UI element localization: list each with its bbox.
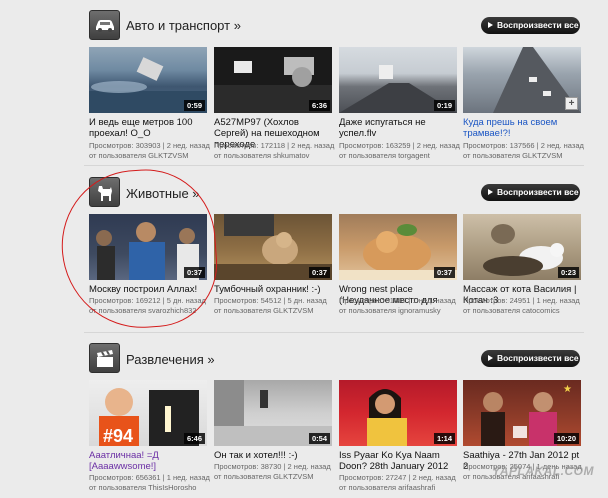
play-all-button[interactable]: Воспроизвести все bbox=[481, 350, 580, 367]
video-title[interactable]: Iss Pyaar Ko Kya Naam Doon? 28th January… bbox=[339, 450, 459, 472]
video-duration: 10:20 bbox=[553, 433, 579, 444]
video-duration: 0:19 bbox=[433, 100, 455, 111]
video-thumbnail[interactable]: 6:36 bbox=[214, 47, 332, 113]
video-title[interactable]: И ведь еще метров 100 проехал! О_О bbox=[89, 117, 209, 139]
video-views: Просмотров: 172118 | 2 нед. назад bbox=[214, 141, 335, 150]
video-thumbnail[interactable]: 0:23 bbox=[463, 214, 581, 280]
video-author[interactable]: от пользователя shkumatov bbox=[214, 151, 336, 161]
divider bbox=[84, 165, 584, 166]
play-all-label: Воспроизвести все bbox=[497, 353, 579, 363]
section-title[interactable]: Развлечения » bbox=[126, 352, 215, 367]
video-card[interactable]: 0:59 И ведь еще метров 100 проехал! О_О … bbox=[89, 47, 210, 160]
video-card[interactable]: + Куда прешь на своем трамвае!?! Просмот… bbox=[463, 47, 584, 160]
video-author[interactable]: от пользователя GLKTZVSM bbox=[89, 151, 211, 161]
video-duration: 6:36 bbox=[308, 100, 330, 111]
video-title[interactable]: Ааатличнаа! =Д [Aaaawwsome!] bbox=[89, 450, 209, 472]
video-thumbnail[interactable]: 0:37 bbox=[339, 214, 457, 280]
video-thumbnail[interactable]: 0:19 bbox=[339, 47, 457, 113]
video-author[interactable]: от пользователя GLKTZVSM bbox=[463, 151, 585, 161]
section-title[interactable]: Авто и транспорт » bbox=[126, 18, 241, 33]
video-duration: 0:54 bbox=[308, 433, 330, 444]
video-author[interactable]: от пользователя catocomics bbox=[463, 306, 585, 316]
video-card[interactable]: 0:37 Wrong nest place (Неудачное место д… bbox=[339, 214, 457, 315]
video-views: Просмотров: 54512 | 5 дн. назад bbox=[214, 296, 327, 305]
video-views: Просмотров: 137566 | 2 нед. назад bbox=[463, 141, 584, 150]
video-thumbnail[interactable]: 1:14 bbox=[339, 380, 457, 446]
play-all-label: Воспроизвести все bbox=[497, 187, 579, 197]
video-views: Просмотров: 303903 | 2 нед. назад bbox=[89, 141, 210, 150]
play-icon bbox=[488, 189, 493, 195]
video-views: Просмотров: 38730 | 2 нед. назад bbox=[214, 462, 331, 471]
play-all-label: Воспроизвести все bbox=[497, 20, 579, 30]
video-title[interactable]: Куда прешь на своем трамвае!?! bbox=[463, 117, 583, 139]
play-icon bbox=[488, 22, 493, 28]
video-thumbnail[interactable]: 0:37 bbox=[214, 214, 332, 280]
clapperboard-icon bbox=[89, 343, 120, 373]
video-thumbnail[interactable]: 0:59 bbox=[89, 47, 207, 113]
video-views: Просмотров: 656361 | 1 нед. назад bbox=[89, 473, 210, 482]
video-card[interactable]: ★ 10:20 Saathiya - 27th Jan 2012 pt 2 Пр… bbox=[463, 380, 582, 481]
video-thumbnail[interactable]: 0:54 bbox=[214, 380, 332, 446]
watermark: YAPLAKAL.COM bbox=[492, 464, 594, 478]
video-duration: 6:46 bbox=[183, 433, 205, 444]
play-icon bbox=[488, 355, 493, 361]
video-card[interactable]: #94 6:46 Ааатличнаа! =Д [Aaaawwsome!] Пр… bbox=[89, 380, 210, 492]
video-title[interactable]: Тумбочный охранник! :-) bbox=[214, 284, 334, 295]
video-author[interactable]: от пользователя ThisIsHorosho bbox=[89, 483, 211, 493]
video-card[interactable]: 0:54 Он так и хотел!!! :-) Просмотров: 3… bbox=[214, 380, 332, 481]
thumbnail-image bbox=[493, 47, 581, 113]
video-views: Просмотров: 24951 | 1 нед. назад bbox=[463, 296, 580, 305]
add-to-queue-icon[interactable]: + bbox=[565, 97, 578, 110]
divider bbox=[84, 332, 584, 333]
car-icon bbox=[89, 10, 120, 40]
svg-text:★: ★ bbox=[563, 384, 572, 395]
video-views: Просмотров: 51637 | 1 нед. назад bbox=[339, 296, 456, 305]
video-author[interactable]: от пользователя GLKTZVSM bbox=[214, 306, 336, 316]
video-title[interactable]: Даже испугаться не успел.flv bbox=[339, 117, 459, 139]
video-card[interactable]: 1:14 Iss Pyaar Ko Kya Naam Doon? 28th Ja… bbox=[339, 380, 457, 492]
video-duration: 0:37 bbox=[308, 267, 330, 278]
video-views: Просмотров: 163259 | 2 нед. назад bbox=[339, 141, 460, 150]
video-thumbnail[interactable]: #94 6:46 bbox=[89, 380, 207, 446]
video-card[interactable]: 6:36 А527МР97 (Хохлов Сергей) на пешеход… bbox=[214, 47, 334, 160]
video-title[interactable]: Он так и хотел!!! :-) bbox=[214, 450, 334, 461]
video-author[interactable]: от пользователя GLKTZVSM bbox=[214, 472, 336, 482]
video-card[interactable]: 0:37 Тумбочный охранник! :-) Просмотров:… bbox=[214, 214, 332, 315]
video-duration: 1:14 bbox=[433, 433, 455, 444]
video-author[interactable]: от пользователя torgagent bbox=[339, 151, 461, 161]
video-views: Просмотров: 27247 | 2 нед. назад bbox=[339, 473, 456, 482]
video-duration: 0:59 bbox=[183, 100, 205, 111]
video-author[interactable]: от пользователя arifaashrafi bbox=[339, 483, 461, 493]
svg-text:#94: #94 bbox=[103, 426, 133, 446]
video-author[interactable]: от пользователя ignoramusky bbox=[339, 306, 461, 316]
play-all-button[interactable]: Воспроизвести все bbox=[481, 17, 580, 34]
video-duration: 0:37 bbox=[433, 267, 455, 278]
video-card[interactable]: 0:23 Массаж от кота Василия | Котач :3 П… bbox=[463, 214, 581, 315]
video-thumbnail[interactable]: ★ 10:20 bbox=[463, 380, 581, 446]
video-duration: 0:23 bbox=[557, 267, 579, 278]
play-all-button[interactable]: Воспроизвести все bbox=[481, 184, 580, 201]
video-card[interactable]: 0:19 Даже испугаться не успел.flv Просмо… bbox=[339, 47, 460, 160]
video-thumbnail[interactable]: + bbox=[463, 47, 581, 113]
